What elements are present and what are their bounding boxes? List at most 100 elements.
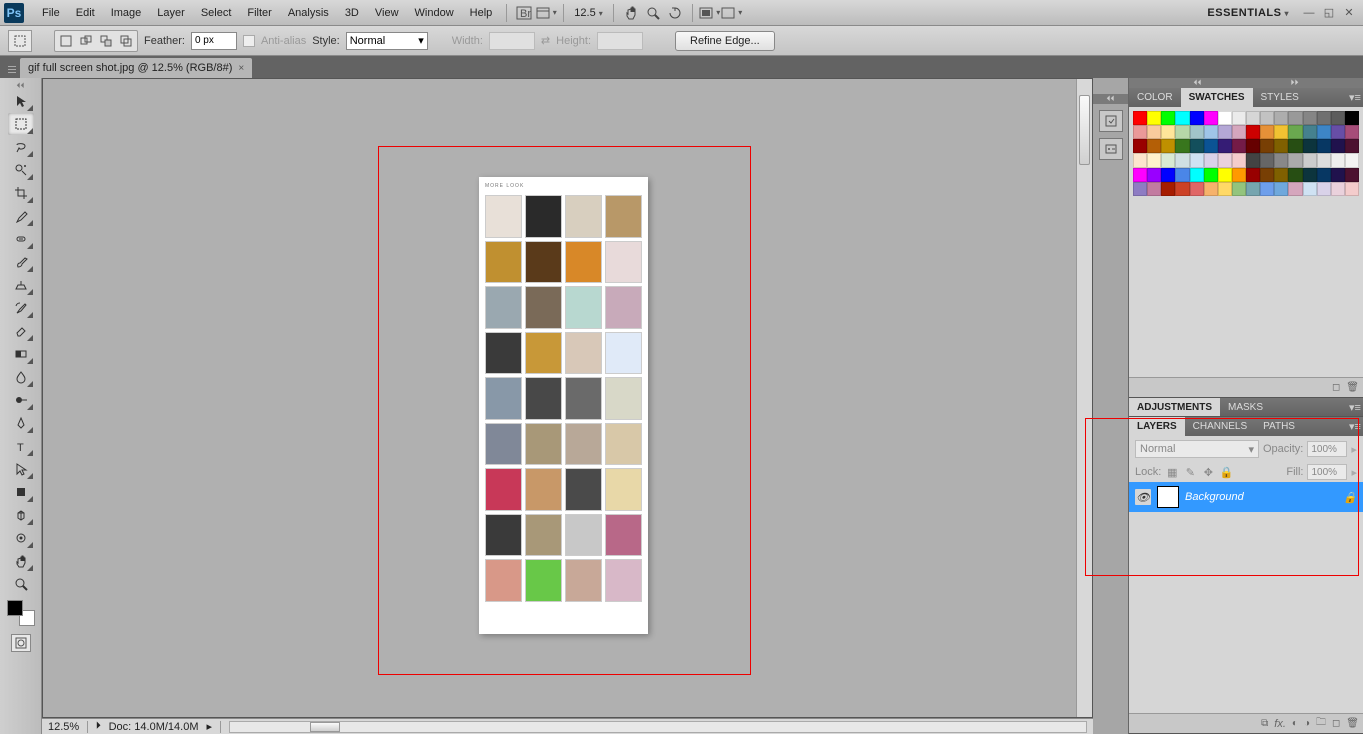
swatch[interactable] <box>1260 153 1274 167</box>
swatch[interactable] <box>1175 153 1189 167</box>
tab-drag-handle[interactable] <box>8 60 16 78</box>
swatch[interactable] <box>1274 111 1288 125</box>
swatch[interactable] <box>1218 153 1232 167</box>
status-menu-icon[interactable]: ▸ <box>206 720 212 733</box>
arrange-documents[interactable] <box>699 3 721 23</box>
tab-styles[interactable]: STYLES <box>1253 88 1307 107</box>
swatch[interactable] <box>1204 125 1218 139</box>
swatch[interactable] <box>1147 139 1161 153</box>
swatch[interactable] <box>1218 182 1232 196</box>
scrollbar-thumb[interactable] <box>1079 95 1090 165</box>
lock-all-icon[interactable]: 🔒 <box>1219 465 1233 479</box>
marquee-tool[interactable] <box>8 113 34 135</box>
path-select-tool[interactable] <box>8 458 34 480</box>
new-layer-icon[interactable]: ◻ <box>1332 718 1340 729</box>
lock-transparency-icon[interactable]: ▦ <box>1165 465 1179 479</box>
crop-tool[interactable] <box>8 182 34 204</box>
swatch[interactable] <box>1133 125 1147 139</box>
swatch[interactable] <box>1274 153 1288 167</box>
tab-layers[interactable]: LAYERS <box>1129 417 1185 436</box>
swatch[interactable] <box>1161 139 1175 153</box>
swatch[interactable] <box>1190 139 1204 153</box>
lock-position-icon[interactable]: ✥ <box>1201 465 1215 479</box>
document-tab[interactable]: gif full screen shot.jpg @ 12.5% (RGB/8#… <box>20 58 252 78</box>
gradient-tool[interactable] <box>8 343 34 365</box>
swatch[interactable] <box>1331 111 1345 125</box>
swatch[interactable] <box>1204 168 1218 182</box>
swatch[interactable] <box>1246 125 1260 139</box>
collapse-handle[interactable]: ⏴⏴ <box>1093 94 1128 104</box>
color-swatches[interactable] <box>7 600 35 626</box>
link-layers-icon[interactable]: ⧉ <box>1261 718 1268 729</box>
shape-tool[interactable] <box>8 481 34 503</box>
dodge-tool[interactable] <box>8 389 34 411</box>
swatch[interactable] <box>1147 182 1161 196</box>
menu-filter[interactable]: Filter <box>239 3 279 23</box>
style-select[interactable]: Normal▾ <box>346 32 428 50</box>
layer-mask-icon[interactable]: ◐ <box>1292 718 1298 729</box>
zoom-tool-shortcut[interactable] <box>642 3 664 23</box>
history-brush-tool[interactable] <box>8 297 34 319</box>
swatch[interactable] <box>1317 111 1331 125</box>
blur-tool[interactable] <box>8 366 34 388</box>
tab-adjustments[interactable]: ADJUSTMENTS <box>1129 398 1220 416</box>
move-tool[interactable] <box>8 90 34 112</box>
history-panel-icon[interactable] <box>1099 110 1123 132</box>
menu-file[interactable]: File <box>34 3 68 23</box>
swatch[interactable] <box>1288 182 1302 196</box>
swatch[interactable] <box>1317 182 1331 196</box>
swatch[interactable] <box>1288 139 1302 153</box>
swatch[interactable] <box>1345 111 1359 125</box>
quick-select-tool[interactable] <box>8 159 34 181</box>
panel-menu-icon[interactable]: ▾≡ <box>1347 420 1363 433</box>
tab-masks[interactable]: MASKS <box>1220 398 1271 416</box>
lock-pixels-icon[interactable]: ✎ <box>1183 465 1197 479</box>
lasso-tool[interactable] <box>8 136 34 158</box>
menu-analysis[interactable]: Analysis <box>280 3 337 23</box>
window-restore[interactable]: ◱ <box>1320 6 1338 20</box>
swatch[interactable] <box>1175 139 1189 153</box>
refine-edge-button[interactable]: Refine Edge... <box>675 31 775 51</box>
swatch[interactable] <box>1260 168 1274 182</box>
selection-add[interactable] <box>77 33 95 49</box>
brush-tool[interactable] <box>8 251 34 273</box>
menu-image[interactable]: Image <box>103 3 150 23</box>
canvas-area[interactable]: MORE LOOK <box>42 78 1093 718</box>
swatch[interactable] <box>1246 168 1260 182</box>
panel-menu-icon[interactable]: ▾≡ <box>1347 91 1363 104</box>
extras-button[interactable] <box>535 3 557 23</box>
swatch[interactable] <box>1161 168 1175 182</box>
fill-input[interactable]: 100% <box>1307 464 1347 480</box>
status-docinfo[interactable]: Doc: 14.0M/14.0M <box>109 721 199 733</box>
swatch[interactable] <box>1232 139 1246 153</box>
swatch[interactable] <box>1303 111 1317 125</box>
swatch[interactable] <box>1331 153 1345 167</box>
swatch[interactable] <box>1274 168 1288 182</box>
eraser-tool[interactable] <box>8 320 34 342</box>
hand-tool[interactable] <box>8 550 34 572</box>
swatch[interactable] <box>1303 153 1317 167</box>
swatch[interactable] <box>1133 182 1147 196</box>
quick-mask-toggle[interactable] <box>11 634 31 652</box>
window-minimize[interactable]: — <box>1300 6 1318 20</box>
swatch[interactable] <box>1345 182 1359 196</box>
swatch[interactable] <box>1161 153 1175 167</box>
type-tool[interactable]: T <box>8 435 34 457</box>
status-zoom[interactable]: 12.5% <box>48 721 79 733</box>
screen-mode[interactable] <box>721 3 743 23</box>
pen-tool[interactable] <box>8 412 34 434</box>
swatch[interactable] <box>1345 153 1359 167</box>
swatch[interactable] <box>1246 182 1260 196</box>
swatch[interactable] <box>1303 139 1317 153</box>
swatch[interactable] <box>1331 139 1345 153</box>
clone-stamp-tool[interactable] <box>8 274 34 296</box>
blend-mode-select[interactable]: Normal▾ <box>1135 440 1259 458</box>
tab-color[interactable]: COLOR <box>1129 88 1181 107</box>
collapse-tools[interactable]: ⏴⏴ <box>0 82 41 90</box>
swatch[interactable] <box>1317 139 1331 153</box>
swatch[interactable] <box>1133 168 1147 182</box>
swatch[interactable] <box>1190 153 1204 167</box>
swatch[interactable] <box>1133 139 1147 153</box>
layer-fx-icon[interactable]: fx. <box>1274 718 1286 730</box>
swatch[interactable] <box>1147 111 1161 125</box>
